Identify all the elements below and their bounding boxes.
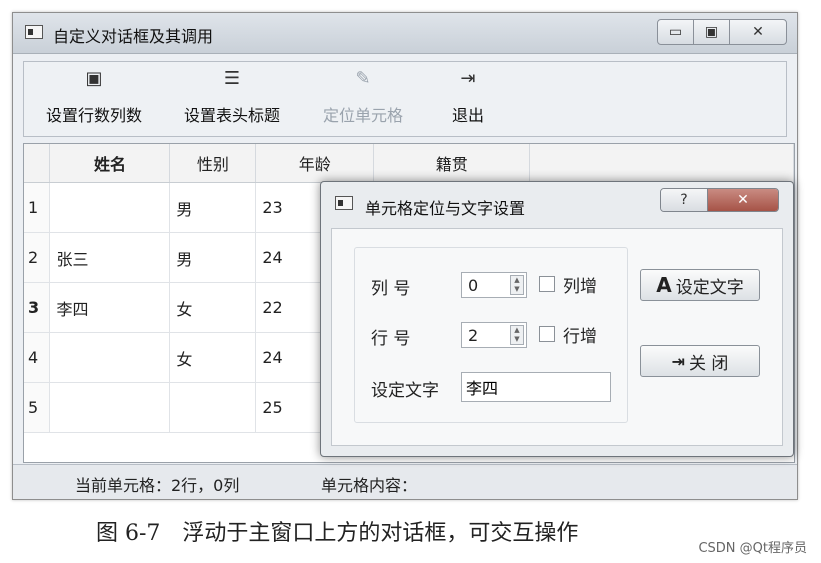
maximize-button[interactable]: ▣: [694, 20, 730, 44]
spin-arrows-icon[interactable]: ▲ ▼: [510, 325, 524, 345]
set-rows-cols-button[interactable]: ▣ 设置行数列数: [32, 66, 156, 126]
close-button[interactable]: ✕: [730, 20, 786, 44]
row-header[interactable]: 1: [24, 182, 51, 233]
column-increment-label: 列增: [563, 277, 597, 297]
cell-name[interactable]: [49, 332, 171, 383]
set-text-button-label: 设定文字: [675, 277, 744, 298]
grid-icon: ▣: [85, 68, 103, 89]
cell-gender[interactable]: 男: [169, 232, 257, 283]
column-spinbox[interactable]: 0 ▲ ▼: [461, 272, 527, 298]
header-row: 姓名 性别 年龄 籍贯: [24, 144, 794, 183]
cell-name[interactable]: [49, 382, 171, 433]
column-header-empty: [529, 144, 794, 183]
app-icon: [25, 25, 43, 39]
dialog-body: 列 号 0 ▲▼ 列增 行 号 2 ▲▼ 行增 设定文字 A 设定文字 ⇥ 关 …: [331, 228, 783, 446]
set-text-button[interactable]: A 设定文字: [640, 269, 760, 301]
column-spinbox-value: 0: [468, 276, 479, 295]
corner-header[interactable]: [24, 144, 51, 183]
close-dialog-button-label: 关 闭: [689, 353, 729, 374]
list-icon: ☰: [223, 68, 241, 89]
cell-gender[interactable]: [169, 382, 257, 433]
row-header[interactable]: 5: [24, 382, 51, 433]
row-increment-checkbox[interactable]: [539, 326, 555, 342]
help-button[interactable]: ?: [661, 189, 708, 211]
window-title: 自定义对话框及其调用: [53, 27, 214, 46]
row-header[interactable]: 4: [24, 332, 51, 383]
locate-icon: ✎: [355, 68, 371, 89]
column-header-hometown[interactable]: 籍贯: [373, 144, 531, 183]
exit-icon: ⇥: [460, 68, 476, 89]
row-spinbox[interactable]: 2 ▲ ▼: [461, 322, 527, 348]
set-text-input[interactable]: [461, 372, 611, 402]
column-increment-checkbox[interactable]: [539, 276, 555, 292]
exit-icon: ⇥: [671, 351, 685, 371]
dialog-app-icon: [335, 196, 353, 210]
spin-arrows-icon[interactable]: ▲ ▼: [510, 275, 524, 295]
column-number-label: 列 号: [371, 279, 411, 299]
cell-name[interactable]: 张三: [49, 232, 171, 283]
dialog-controls: ? ✕: [660, 188, 779, 212]
dialog-title: 单元格定位与文字设置: [365, 199, 526, 218]
column-header-gender[interactable]: 性别: [169, 144, 257, 183]
locate-cell-label: 定位单元格: [322, 106, 403, 125]
cell-gender[interactable]: 女: [169, 332, 257, 383]
locate-cell-button[interactable]: ✎ 定位单元格: [310, 66, 416, 126]
font-icon: A: [656, 273, 672, 297]
set-header-label: 设置表头标题: [183, 106, 280, 125]
row-header[interactable]: 2: [24, 232, 51, 283]
exit-label: 退出: [451, 106, 484, 125]
row-spinbox-value: 2: [468, 326, 479, 345]
cell-name[interactable]: 李四: [49, 282, 171, 333]
set-rows-cols-label: 设置行数列数: [45, 106, 142, 125]
watermark: CSDN @Qt程序员: [698, 541, 807, 556]
row-number-label: 行 号: [371, 329, 411, 349]
minimize-button[interactable]: ▭: [658, 20, 694, 44]
cell-gender[interactable]: 男: [169, 182, 257, 233]
status-current-cell: 当前单元格：2行，0列: [75, 476, 240, 495]
toolbar: ▣ 设置行数列数 ☰ 设置表头标题 ✎ 定位单元格 ⇥ 退出: [23, 61, 787, 137]
status-cell-content: 单元格内容：: [321, 476, 418, 495]
column-header-name[interactable]: 姓名: [49, 144, 171, 183]
exit-button[interactable]: ⇥ 退出: [438, 66, 498, 126]
close-dialog-button[interactable]: ⇥ 关 闭: [640, 345, 760, 377]
status-bar: 当前单元格：2行，0列 单元格内容：: [13, 464, 797, 499]
dialog-title-bar[interactable]: 单元格定位与文字设置 ? ✕: [321, 182, 793, 222]
cell-gender[interactable]: 女: [169, 282, 257, 333]
cell-name[interactable]: [49, 182, 171, 233]
row-increment-label: 行增: [563, 327, 597, 347]
column-header-age[interactable]: 年龄: [255, 144, 375, 183]
figure-caption: 图 6-7 浮动于主窗口上方的对话框，可交互操作: [96, 521, 579, 546]
cell-locate-dialog: 单元格定位与文字设置 ? ✕ 列 号 0 ▲ ▼ 列增 行 号 2 ▲ ▼ 行增 设…: [320, 181, 794, 457]
settings-group: 列 号 0 ▲ ▼ 列增 行 号 2 ▲ ▼ 行增 设定文字: [354, 247, 628, 423]
set-text-label: 设定文字: [371, 381, 439, 401]
set-header-button[interactable]: ☰ 设置表头标题: [170, 66, 294, 126]
dialog-close-icon[interactable]: ✕: [708, 189, 778, 211]
title-bar[interactable]: 自定义对话框及其调用 ▭ ▣ ✕: [13, 13, 797, 54]
row-header[interactable]: 3: [24, 282, 51, 333]
window-controls: ▭ ▣ ✕: [657, 19, 787, 45]
